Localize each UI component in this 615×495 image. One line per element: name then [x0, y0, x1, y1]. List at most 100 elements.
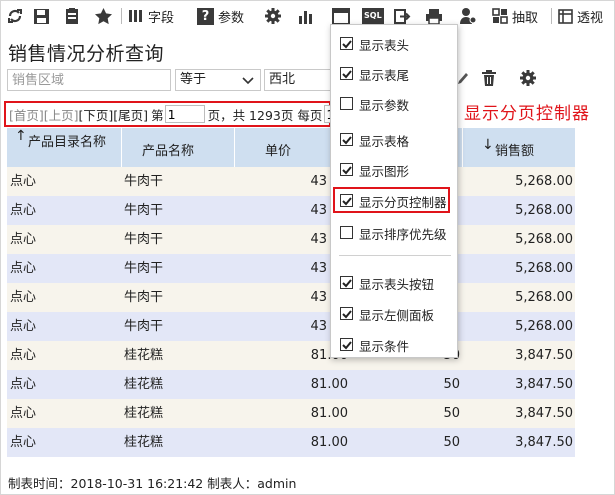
checkbox[interactable]	[340, 67, 353, 80]
user-button[interactable]	[459, 6, 477, 26]
favorite-button[interactable]	[94, 6, 113, 26]
cell-sales: 5,268.00	[515, 261, 573, 276]
save-as-icon	[66, 8, 78, 24]
checkbox[interactable]	[340, 338, 353, 351]
filter-settings-button[interactable]	[519, 69, 537, 91]
cell-product: 牛肉干	[124, 261, 164, 276]
header-product[interactable]: 产品名称	[122, 128, 235, 167]
delete-button[interactable]	[481, 70, 497, 91]
header-product-label: 产品名称	[142, 144, 195, 159]
pager-first-link[interactable]: [首页]	[9, 105, 44, 124]
user-icon	[460, 8, 477, 24]
settings-button[interactable]	[264, 6, 282, 26]
menu-item-show-header[interactable]: 显示表头	[331, 32, 457, 56]
field-button[interactable]: 字段	[128, 6, 174, 26]
table-row[interactable]: 点心 牛肉干 43 5,268.00	[7, 167, 575, 196]
table-row[interactable]: 点心 桂花糕 81.00 50 3,847.50	[7, 399, 575, 428]
chevron-down-icon	[242, 77, 254, 85]
header-sales[interactable]: ↓ 销售额	[463, 128, 575, 167]
extract-button[interactable]: 抽取	[492, 6, 538, 26]
checkbox[interactable]	[340, 37, 353, 50]
table-row[interactable]: 点心 桂花糕 81.00 50 3,847.50	[7, 341, 575, 370]
params-button[interactable]: ? 参数	[197, 6, 244, 26]
cell-catalog: 点心	[10, 319, 37, 334]
refresh-button[interactable]	[6, 6, 24, 26]
pager-page-input[interactable]	[164, 105, 205, 123]
cell-product: 牛肉干	[124, 319, 164, 334]
pager-page-suffix: 页，共 1293页 每页	[207, 107, 323, 123]
table-row[interactable]: 点心 桂花糕 81.00 50 3,847.50	[7, 428, 575, 457]
field-input[interactable]	[7, 69, 171, 91]
sort-desc-icon: ↓	[482, 137, 494, 153]
menu-separator	[339, 255, 451, 256]
table-row[interactable]: 点心 牛肉干 43 5,268.00	[7, 196, 575, 225]
cell-sales: 3,847.50	[515, 348, 573, 363]
save-button[interactable]	[33, 6, 50, 26]
checkbox[interactable]	[340, 307, 353, 320]
field-icon	[129, 10, 142, 22]
cell-sales: 5,268.00	[515, 290, 573, 305]
chart-button[interactable]	[297, 6, 314, 26]
header-sales-label: 销售额	[495, 144, 535, 159]
table-row[interactable]: 点心 牛肉干 43 5,268.00	[7, 254, 575, 283]
help-icon: ?	[197, 7, 214, 25]
menu-item-show-conditions[interactable]: 显示条件	[331, 333, 457, 357]
cell-price: 43	[310, 174, 327, 189]
page-title: 销售情况分析查询	[8, 43, 165, 65]
pivot-button[interactable]: 透视	[558, 6, 603, 26]
menu-item-show-header-buttons[interactable]: 显示表头按钮	[331, 271, 457, 295]
checkbox[interactable]	[340, 226, 353, 239]
sql-icon: SQL	[362, 8, 384, 24]
menu-item-label: 显示左侧面板	[359, 308, 435, 323]
menu-item-label: 显示排序优先级	[359, 227, 447, 242]
menu-item-show-chart[interactable]: 显示图形	[331, 158, 457, 182]
menu-item-show-footer[interactable]: 显示表尾	[331, 62, 457, 86]
cell-product: 牛肉干	[124, 203, 164, 218]
table-header: ↑ 产品目录名称 产品名称 单价 ↓ 销售额	[7, 128, 575, 167]
printer-icon	[426, 8, 442, 25]
operator-select[interactable]: 等于	[175, 69, 261, 91]
extract-icon	[492, 8, 508, 24]
cell-catalog: 点心	[10, 406, 37, 421]
cell-sales: 3,847.50	[515, 406, 573, 421]
checkmark-icon	[342, 136, 352, 145]
pager-last-link[interactable]: [尾页]	[113, 105, 148, 124]
save-as-button[interactable]	[64, 6, 81, 26]
value-input[interactable]: 西北	[264, 69, 334, 91]
cell-catalog: 点心	[10, 232, 37, 247]
export-icon	[394, 8, 411, 24]
table-row[interactable]: 点心 牛肉干 43 5,268.00	[7, 225, 575, 254]
sql-button[interactable]: SQL	[362, 6, 384, 26]
pager-prev-link[interactable]: [上页]	[44, 105, 79, 124]
checkbox[interactable]	[340, 97, 353, 110]
cell-catalog: 点心	[10, 174, 37, 189]
display-options-button[interactable]	[332, 6, 350, 26]
print-button[interactable]	[425, 6, 443, 26]
cell-sales: 5,268.00	[515, 232, 573, 247]
cell-product: 牛肉干	[124, 290, 164, 305]
report-footer: 制表时间：2018-10-31 16:21:42 制表人：admin	[8, 476, 297, 491]
menu-item-show-params[interactable]: 显示参数	[331, 92, 457, 116]
checkmark-icon	[342, 341, 352, 350]
cell-catalog: 点心	[10, 435, 37, 450]
checkmark-icon	[342, 279, 352, 288]
cell-price: 81.00	[310, 377, 348, 392]
header-catalog[interactable]: ↑ 产品目录名称	[7, 128, 122, 167]
menu-item-show-table[interactable]: 显示表格	[331, 128, 457, 152]
checkbox[interactable]	[340, 163, 353, 176]
table-row[interactable]: 点心 牛肉干 43 5,268.00	[7, 312, 575, 341]
window-layout-icon	[332, 7, 350, 25]
pager-next-link[interactable]: [下页]	[79, 105, 114, 124]
edit-button[interactable]	[457, 72, 469, 90]
cell-price: 43	[310, 261, 327, 276]
checkbox[interactable]	[340, 133, 353, 146]
export-button[interactable]	[393, 6, 411, 26]
trash-icon	[482, 70, 496, 86]
menu-item-show-sort-priority[interactable]: 显示排序优先级	[331, 221, 457, 245]
table-row[interactable]: 点心 桂花糕 81.00 50 3,847.50	[7, 370, 575, 399]
menu-item-show-left-panel[interactable]: 显示左侧面板	[331, 302, 457, 326]
table-row[interactable]: 点心 牛肉干 43 5,268.00	[7, 283, 575, 312]
checkbox[interactable]	[340, 276, 353, 289]
checkmark-icon	[342, 166, 352, 175]
checkmark-icon	[342, 310, 352, 319]
